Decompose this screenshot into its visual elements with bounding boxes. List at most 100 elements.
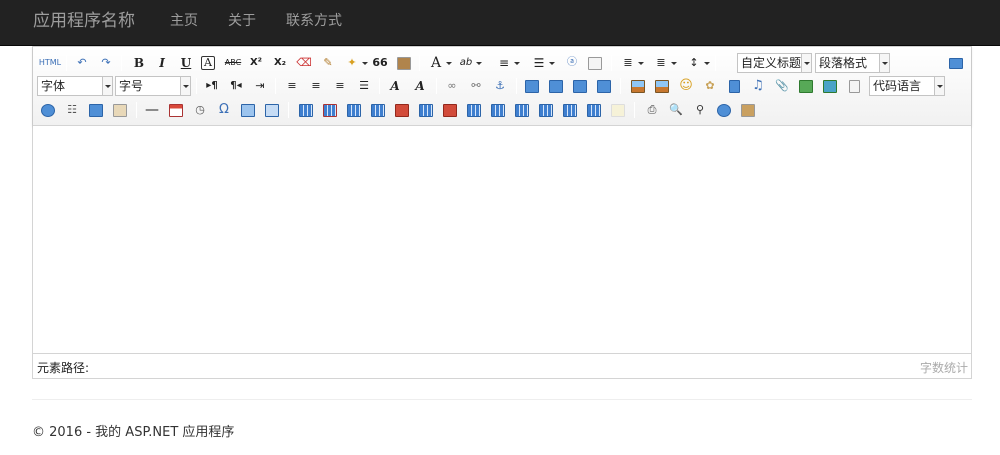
code-language-select[interactable]: 代码语言 <box>869 76 945 96</box>
split-to-cells-icon[interactable] <box>537 101 555 119</box>
underline-button[interactable]: U <box>177 54 195 72</box>
bold-button[interactable]: B <box>130 54 148 72</box>
insert-table-icon[interactable] <box>297 101 315 119</box>
date-icon[interactable] <box>167 101 185 119</box>
paragraph-format-select[interactable]: 段落格式 <box>815 53 890 73</box>
insert-image-icon[interactable] <box>653 77 671 95</box>
preview-icon[interactable]: 🔍 <box>667 101 685 119</box>
web-app-icon[interactable] <box>39 101 57 119</box>
row-spacing-top-icon[interactable]: ≣ <box>619 54 644 72</box>
indent-icon[interactable]: ⇥ <box>251 77 269 95</box>
insert-frame-icon[interactable] <box>845 77 863 95</box>
map-icon[interactable] <box>797 77 815 95</box>
template-icon[interactable] <box>87 101 105 119</box>
chevron-down-icon <box>879 54 889 72</box>
editor-statusbar: 元素路径: 字数统计 <box>33 353 971 378</box>
search-replace-icon[interactable] <box>239 101 257 119</box>
image-none-icon[interactable] <box>523 77 541 95</box>
link-icon[interactable]: ∞ <box>443 77 461 95</box>
align-right-icon[interactable]: ≡ <box>331 77 349 95</box>
paste-plain-icon[interactable] <box>395 54 413 72</box>
merge-cells-icon[interactable] <box>465 101 483 119</box>
blockquote-button[interactable]: 66 <box>371 54 389 72</box>
strikethrough-button[interactable]: ABC <box>223 54 243 72</box>
delete-col-icon[interactable] <box>441 101 459 119</box>
merge-down-icon[interactable] <box>513 101 531 119</box>
print-icon[interactable]: ⎙ <box>643 101 661 119</box>
element-path-label: 元素路径: <box>37 361 90 375</box>
background-icon[interactable] <box>111 101 129 119</box>
image-right-icon[interactable] <box>571 77 589 95</box>
image-left-icon[interactable] <box>547 77 565 95</box>
brand-link[interactable]: 应用程序名称 <box>33 0 135 46</box>
toolbar-separator <box>634 102 635 118</box>
delete-row-icon[interactable] <box>393 101 411 119</box>
chevron-down-icon <box>934 77 944 95</box>
scrawl-icon[interactable]: ✿ <box>701 77 719 95</box>
gmap-icon[interactable] <box>821 77 839 95</box>
split-to-cols-icon[interactable] <box>585 101 603 119</box>
horizontal-rule-icon[interactable]: — <box>143 101 161 119</box>
insert-row-icon[interactable] <box>369 101 387 119</box>
insert-video-icon[interactable] <box>725 77 743 95</box>
to-uppercase-icon[interactable]: A <box>386 77 404 95</box>
toolbar-separator <box>136 102 137 118</box>
merge-right-icon[interactable] <box>489 101 507 119</box>
help-icon[interactable] <box>715 101 733 119</box>
source-html-button[interactable]: HTML <box>39 54 61 72</box>
delete-table-icon[interactable] <box>321 101 339 119</box>
special-char-button[interactable]: Ω <box>215 101 233 119</box>
pagebreak-icon[interactable]: ☷ <box>63 101 81 119</box>
time-icon[interactable]: ◷ <box>191 101 209 119</box>
simple-upload-icon[interactable] <box>629 77 647 95</box>
toolbar-row-2: 字体 字号 ▸¶ ¶◂ ⇥ ≡ ≡ ≡ ☰ A A ∞ ⚯ ⚓ ☺ ✿ ♫ 📎 … <box>33 75 971 97</box>
font-family-select[interactable]: 字体 <box>37 76 113 96</box>
toolbar-separator <box>419 55 420 71</box>
toolbar-separator <box>611 55 612 71</box>
align-justify-icon[interactable]: ☰ <box>355 77 373 95</box>
font-size-select[interactable]: 字号 <box>115 76 191 96</box>
direction-ltr-button[interactable]: ▸¶ <box>203 77 221 95</box>
undo-icon[interactable]: ↶ <box>73 54 91 72</box>
drafts-icon[interactable] <box>739 101 757 119</box>
ordered-list-icon[interactable]: ≡ <box>495 54 520 72</box>
unlink-icon[interactable]: ⚯ <box>467 77 485 95</box>
superscript-button[interactable]: X² <box>247 54 265 72</box>
toolbar-separator <box>196 78 197 94</box>
direction-rtl-button[interactable]: ¶◂ <box>227 77 245 95</box>
nav-link-home[interactable]: 主页 <box>170 0 198 46</box>
line-height-icon[interactable]: ↕ <box>685 54 710 72</box>
clear-doc-icon[interactable] <box>586 54 604 72</box>
auto-typeset-icon[interactable]: ✦ <box>343 54 368 72</box>
to-lowercase-icon[interactable]: A <box>411 77 429 95</box>
music-icon[interactable]: ♫ <box>749 77 767 95</box>
fontborder-button[interactable]: A <box>201 56 215 70</box>
forecolor-button[interactable]: A <box>427 54 452 72</box>
format-brush-icon[interactable]: ✎ <box>319 54 337 72</box>
align-center-icon[interactable]: ≡ <box>307 77 325 95</box>
row-spacing-bottom-icon[interactable]: ≣ <box>652 54 677 72</box>
search-icon[interactable]: ⚲ <box>691 101 709 119</box>
nav-link-contact[interactable]: 联系方式 <box>286 0 342 46</box>
split-to-rows-icon[interactable] <box>561 101 579 119</box>
nav-link-about[interactable]: 关于 <box>228 0 256 46</box>
image-center-icon[interactable] <box>595 77 613 95</box>
insert-paragraph-before-table-icon[interactable] <box>345 101 363 119</box>
toolbar-separator <box>288 102 289 118</box>
align-left-icon[interactable]: ≡ <box>283 77 301 95</box>
anchor-icon[interactable]: ⚓ <box>491 77 509 95</box>
attachment-icon[interactable]: 📎 <box>773 77 791 95</box>
select-all-icon[interactable]: ⓐ <box>563 54 581 72</box>
subscript-button[interactable]: X₂ <box>271 54 289 72</box>
unordered-list-icon[interactable]: ☰ <box>530 54 555 72</box>
insert-col-icon[interactable] <box>417 101 435 119</box>
redo-icon[interactable]: ↷ <box>97 54 115 72</box>
emotion-icon[interactable]: ☺ <box>677 77 695 95</box>
fullscreen-icon[interactable] <box>947 54 965 72</box>
eraser-icon[interactable]: ⌫ <box>295 54 313 72</box>
custom-heading-select[interactable]: 自定义标题 <box>737 53 812 73</box>
editor-content-area[interactable] <box>33 126 971 353</box>
backcolor-button[interactable]: ab <box>457 54 482 72</box>
italic-button[interactable]: I <box>153 54 171 72</box>
snapscreen-icon[interactable] <box>263 101 281 119</box>
